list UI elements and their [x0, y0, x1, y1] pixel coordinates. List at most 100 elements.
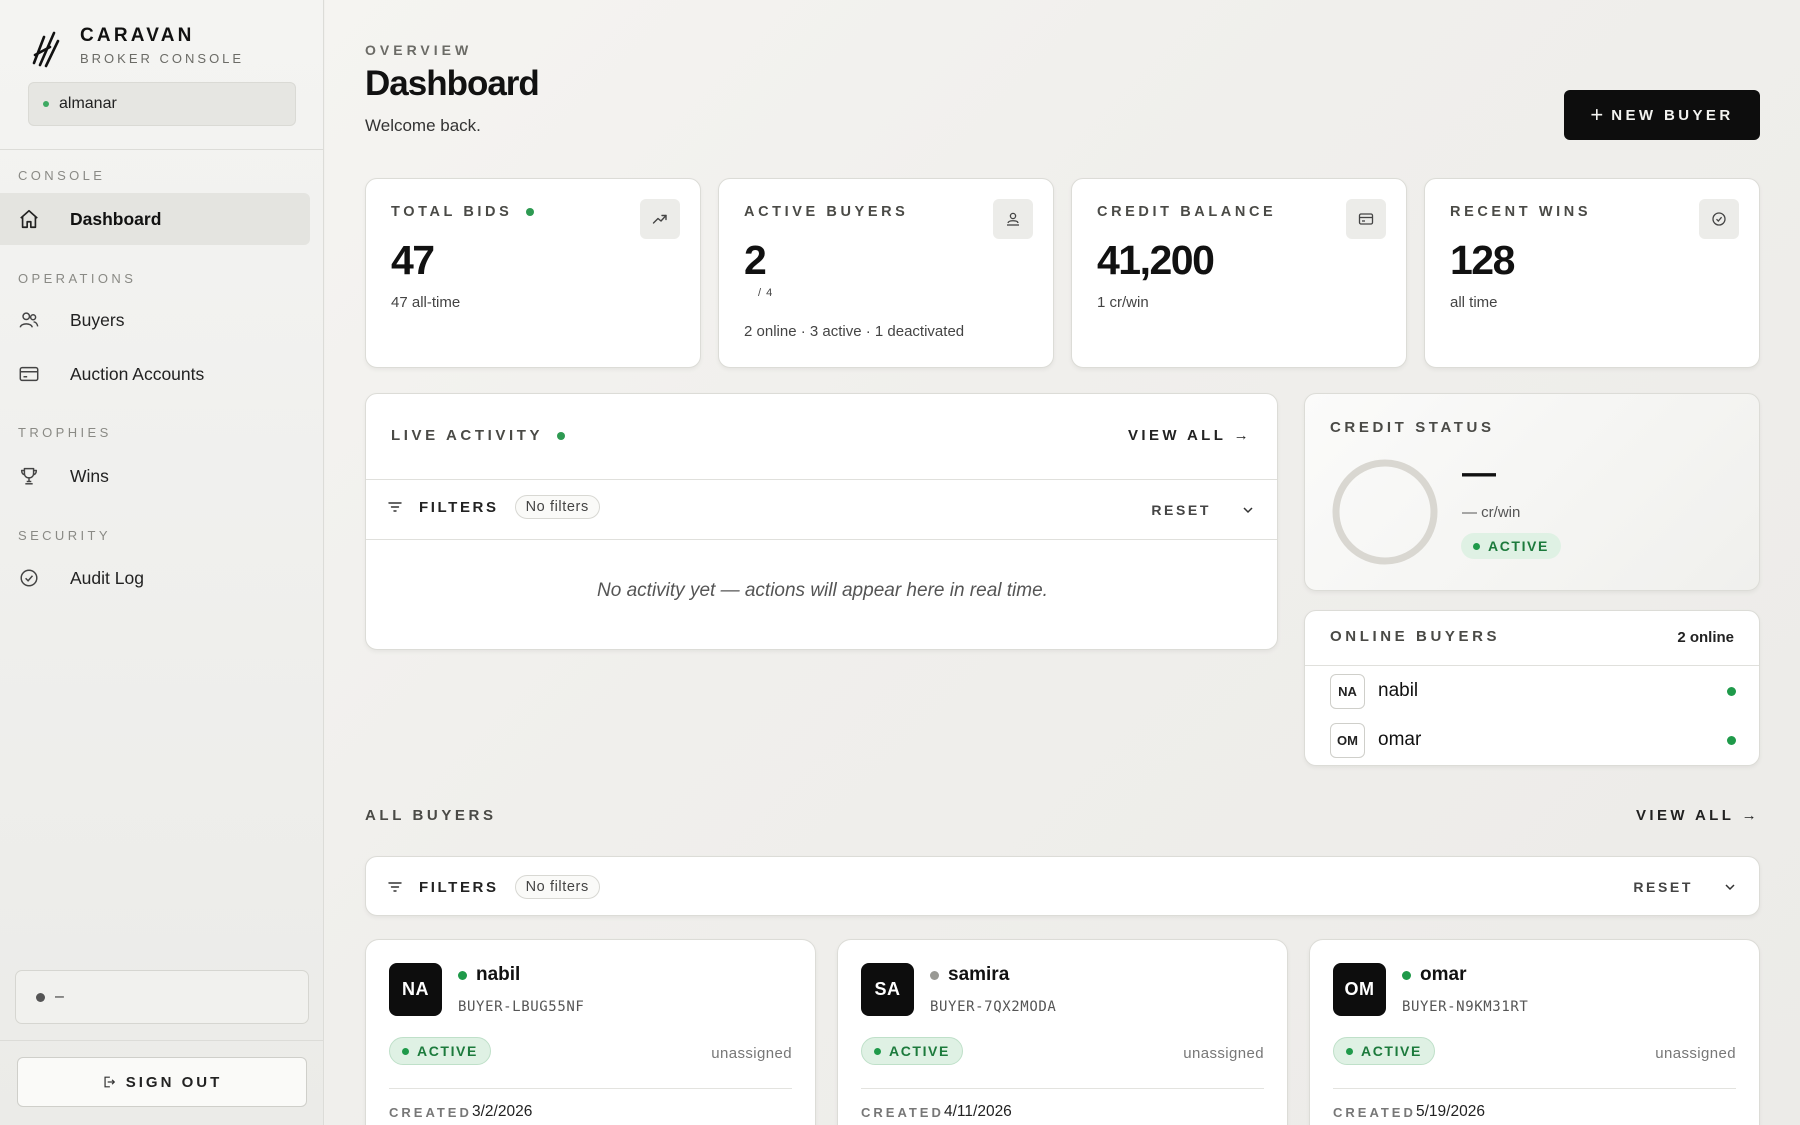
badge-text: ACTIVE: [1488, 538, 1549, 554]
online-buyer-name: nabil: [1378, 680, 1419, 701]
avatar: SA: [861, 963, 914, 1016]
divider: [366, 539, 1277, 540]
buyer-name-text: omar: [1420, 964, 1467, 985]
filters-chip: No filters: [514, 495, 600, 519]
created-date: 4/11/2026: [944, 1103, 1012, 1120]
buyers-view-all-link[interactable]: VIEW ALL →: [1636, 807, 1760, 824]
stat-capacity: / 4: [758, 287, 774, 299]
live-dot: [557, 431, 566, 440]
divider: [389, 1088, 792, 1089]
badge-text: ACTIVE: [417, 1043, 478, 1059]
sidebar-section-operations: OPERATIONS: [18, 271, 137, 286]
online-buyers-count: 2 online: [1677, 629, 1734, 646]
online-buyers-panel: ONLINE BUYERS 2 online NA nabil OM omar: [1304, 610, 1760, 766]
sidebar: CARAVAN BROKER CONSOLE almanar CONSOLE D…: [0, 0, 324, 1125]
stat-card-recent-wins[interactable]: RECENT WINS 128 all time: [1424, 178, 1760, 368]
stat-value: 41,200: [1097, 237, 1215, 283]
buyers-filter-toggle[interactable]: FILTERS No filters: [387, 875, 600, 899]
sidebar-section-trophies: TROPHIES: [18, 425, 112, 440]
avatar: OM: [1330, 722, 1365, 758]
credit-ring-gauge: [1332, 459, 1438, 565]
buyer-id: BUYER-N9KM31RT: [1402, 999, 1529, 1015]
main-content: OVERVIEW Dashboard Welcome back. + NEW B…: [325, 0, 1800, 1125]
page-title: Dashboard: [365, 64, 540, 103]
buyer-card[interactable]: SA samira BUYER-7QX2MODA ACTIVE unassign…: [837, 939, 1288, 1125]
chevron-down-icon[interactable]: [1241, 503, 1255, 517]
sidebar-item-buyers[interactable]: Buyers: [0, 294, 310, 346]
brand[interactable]: CARAVAN BROKER CONSOLE: [30, 24, 244, 69]
stat-label-text: TOTAL BIDS: [391, 204, 513, 220]
current-user-name: almanar: [59, 95, 117, 112]
sidebar-item-auction-accounts[interactable]: Auction Accounts: [0, 348, 310, 400]
stat-value: 2: [744, 237, 767, 283]
sidebar-item-label: Auction Accounts: [70, 363, 205, 384]
status-badge: ACTIVE: [389, 1037, 491, 1065]
sidebar-item-wins[interactable]: Wins: [0, 450, 310, 502]
user-status-dot: [43, 101, 49, 107]
divider: [1333, 1088, 1736, 1089]
sidebar-section-security: SECURITY: [18, 528, 111, 543]
users-icon: [18, 309, 40, 331]
credit-status-value: —: [1462, 454, 1496, 492]
sidebar-item-dashboard[interactable]: Dashboard: [0, 193, 310, 245]
stat-card-credit-balance[interactable]: CREDIT BALANCE 41,200 1 cr/win: [1071, 178, 1407, 368]
trend-up-icon: [640, 199, 680, 239]
new-buyer-button[interactable]: + NEW BUYER: [1564, 90, 1760, 140]
buyer-assignment: unassigned: [711, 1045, 792, 1062]
card-icon: [18, 363, 40, 385]
filter-icon: [388, 502, 402, 512]
stat-card-total-bids[interactable]: TOTAL BIDS 47 47 all-time: [365, 178, 701, 368]
filters-label: FILTERS: [419, 878, 499, 896]
online-buyer-row[interactable]: NA nabil: [1330, 673, 1736, 709]
sign-out-icon: [104, 1076, 115, 1088]
avatar: NA: [389, 963, 442, 1016]
activity-empty-message: No activity yet — actions will appear he…: [597, 580, 1048, 601]
buyer-assignment: unassigned: [1655, 1045, 1736, 1062]
credit-status-rate: — cr/win: [1462, 504, 1521, 521]
sidebar-section-console: CONSOLE: [18, 168, 106, 183]
live-activity-panel: LIVE ACTIVITY VIEW ALL → FILTERS No filt…: [365, 393, 1278, 650]
online-dot: [1402, 970, 1411, 980]
plus-icon: +: [1590, 102, 1604, 127]
created-label: CREATED: [389, 1105, 472, 1120]
user-badge-icon: [993, 199, 1033, 239]
brand-name: CARAVAN: [80, 25, 195, 46]
stat-subtext: all time: [1450, 294, 1498, 311]
status-badge: ACTIVE: [861, 1037, 963, 1065]
buyer-card[interactable]: OM omar BUYER-N9KM31RT ACTIVE unassigned…: [1309, 939, 1760, 1125]
connection-status-dot: [36, 992, 45, 1002]
online-buyer-row[interactable]: OM omar: [1330, 722, 1736, 758]
credit-status-panel: CREDIT STATUS — — cr/win ACTIVE: [1304, 393, 1760, 591]
badge-text: ACTIVE: [889, 1043, 950, 1059]
new-buyer-label: NEW BUYER: [1611, 106, 1734, 124]
current-user-pill[interactable]: almanar: [28, 82, 296, 126]
all-buyers-title: ALL BUYERS: [365, 807, 497, 824]
avatar: NA: [1330, 673, 1365, 709]
wallet-icon: [1346, 199, 1386, 239]
check-circle-icon: [1699, 199, 1739, 239]
chevron-down-icon[interactable]: [1723, 880, 1737, 894]
stat-label: ACTIVE BUYERS: [744, 204, 909, 220]
sign-out-button[interactable]: SIGN OUT: [17, 1057, 307, 1107]
activity-view-all-link[interactable]: VIEW ALL →: [1128, 427, 1252, 444]
stat-card-active-buyers[interactable]: ACTIVE BUYERS 2 / 4 2 online · 3 active …: [718, 178, 1054, 368]
activity-reset-button[interactable]: RESET: [1151, 502, 1211, 518]
buyer-name: samira: [930, 964, 1009, 986]
buyer-card[interactable]: NA nabil BUYER-LBUG55NF ACTIVE unassigne…: [365, 939, 816, 1125]
sidebar-item-label: Audit Log: [70, 567, 144, 588]
filter-icon: [388, 882, 402, 892]
credit-status-badge: ACTIVE: [1461, 533, 1561, 559]
sidebar-item-audit-log[interactable]: Audit Log: [0, 552, 310, 604]
connection-status-text: –: [55, 988, 64, 1005]
created-label: CREATED: [1333, 1105, 1416, 1120]
stat-label: RECENT WINS: [1450, 204, 1592, 220]
online-buyer-name: omar: [1378, 729, 1422, 750]
buyer-assignment: unassigned: [1183, 1045, 1264, 1062]
online-dot: [458, 970, 467, 980]
buyers-reset-button[interactable]: RESET: [1633, 879, 1693, 895]
sidebar-item-label: Dashboard: [70, 208, 162, 229]
filters-label: FILTERS: [419, 498, 499, 516]
welcome-text: Welcome back.: [365, 116, 481, 135]
activity-filter-bar[interactable]: FILTERS No filters: [387, 495, 600, 519]
live-dot: [526, 208, 535, 216]
